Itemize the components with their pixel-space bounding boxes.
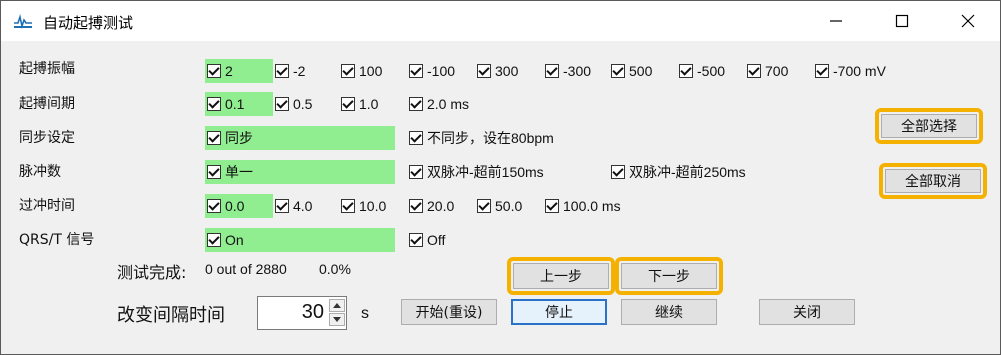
next-button[interactable]: 下一步 [621, 263, 717, 289]
checkbox-checked-icon [679, 64, 693, 78]
amplitude-option[interactable]: -2 [273, 59, 305, 83]
qrs-option[interactable]: On [205, 228, 395, 252]
minimize-button[interactable] [813, 1, 859, 41]
checkbox-checked-icon [477, 199, 491, 213]
progress-count: 0 out of 2880 [205, 261, 287, 277]
amplitude-option[interactable]: -100 [407, 59, 455, 83]
overshoot-option[interactable]: 50.0 [475, 194, 522, 218]
amplitude-option[interactable]: 300 [475, 59, 518, 83]
deselect-all-button[interactable]: 全部取消 [885, 169, 981, 193]
interval-unit: s [361, 305, 369, 322]
close-button[interactable]: 关闭 [759, 299, 855, 325]
close-window-button[interactable] [945, 1, 991, 41]
continue-button[interactable]: 继续 [621, 299, 717, 325]
interval-option[interactable]: 0.5 [273, 92, 312, 116]
minimize-icon [830, 20, 842, 22]
checkbox-checked-icon [341, 199, 355, 213]
prev-button[interactable]: 上一步 [513, 263, 609, 289]
row-label-pacing-interval: 起搏间期 [19, 96, 75, 112]
amplitude-option[interactable]: -700 mV [813, 59, 886, 83]
amplitude-option[interactable]: -300 [543, 59, 591, 83]
amplitude-option[interactable]: 500 [609, 59, 652, 83]
status-label: 测试完成: [117, 263, 187, 282]
checkbox-checked-icon [275, 64, 289, 78]
interval-label: 改变间隔时间 [117, 305, 225, 326]
spin-buttons [329, 299, 345, 327]
interval-value: 30 [301, 301, 324, 323]
row-label-qrs-signal: QRS/T 信号 [19, 232, 95, 248]
interval-stepper[interactable]: 30 [257, 296, 347, 330]
overshoot-option[interactable]: 20.0 [407, 194, 454, 218]
checkbox-checked-icon [409, 233, 423, 247]
checkbox-checked-icon [341, 97, 355, 111]
checkbox-checked-icon [207, 97, 221, 111]
interval-option[interactable]: 1.0 [339, 92, 378, 116]
progress-percent: 0.0% [319, 261, 351, 277]
window-title: 自动起搏测试 [43, 14, 134, 32]
overshoot-option[interactable]: 4.0 [273, 194, 312, 218]
sync-option[interactable]: 不同步，设在80bpm [407, 126, 554, 150]
close-icon [961, 14, 975, 28]
checkbox-checked-icon [207, 199, 221, 213]
amplitude-option[interactable]: -500 [677, 59, 725, 83]
checkbox-checked-icon [747, 64, 761, 78]
interval-option[interactable]: 2.0 ms [407, 92, 469, 116]
checkbox-checked-icon [409, 199, 423, 213]
pulse-option[interactable]: 双脉冲-超前150ms [407, 160, 544, 184]
pulse-option[interactable]: 双脉冲-超前250ms [609, 160, 746, 184]
checkbox-checked-icon [611, 165, 625, 179]
checkbox-checked-icon [409, 97, 423, 111]
maximize-button[interactable] [879, 1, 925, 41]
checkbox-checked-icon [207, 233, 221, 247]
spin-down-icon[interactable] [329, 313, 345, 326]
interval-option[interactable]: 0.1 [205, 92, 273, 116]
row-label-pulse-count: 脉冲数 [19, 164, 61, 180]
checkbox-checked-icon [275, 199, 289, 213]
row-label-pacing-amplitude: 起搏振幅 [19, 61, 75, 77]
overshoot-option[interactable]: 100.0 ms [543, 194, 621, 218]
checkbox-checked-icon [409, 64, 423, 78]
amplitude-option[interactable]: 700 [745, 59, 788, 83]
overshoot-option[interactable]: 0.0 [205, 194, 273, 218]
checkbox-checked-icon [207, 64, 221, 78]
pulse-option[interactable]: 单一 [205, 160, 395, 184]
title-bar: 自动起搏测试 [1, 1, 1000, 41]
app-logo-icon [13, 13, 33, 29]
checkbox-checked-icon [341, 64, 355, 78]
spin-up-icon[interactable] [329, 299, 345, 312]
checkbox-checked-icon [207, 131, 221, 145]
row-label-sync-setting: 同步设定 [19, 130, 75, 146]
checkbox-checked-icon [409, 165, 423, 179]
qrs-option[interactable]: Off [407, 228, 445, 252]
maximize-icon [895, 14, 909, 28]
row-label-overshoot-time: 过冲时间 [19, 198, 75, 214]
overshoot-option[interactable]: 10.0 [339, 194, 386, 218]
app-window: 自动起搏测试 起搏振幅 起搏间期 同步设定 脉冲数 过冲时间 QRS/T 信号 … [0, 0, 1001, 355]
checkbox-checked-icon [275, 97, 289, 111]
amplitude-option[interactable]: 100 [339, 59, 382, 83]
select-all-button[interactable]: 全部选择 [881, 114, 977, 138]
checkbox-checked-icon [545, 64, 559, 78]
checkbox-checked-icon [207, 165, 221, 179]
start-reset-button[interactable]: 开始(重设) [401, 299, 497, 325]
amplitude-option[interactable]: 2 [205, 59, 273, 83]
sync-option[interactable]: 同步 [205, 126, 395, 150]
stop-button[interactable]: 停止 [511, 299, 607, 325]
checkbox-checked-icon [409, 131, 423, 145]
checkbox-checked-icon [545, 199, 559, 213]
checkbox-checked-icon [477, 64, 491, 78]
checkbox-checked-icon [815, 64, 829, 78]
checkbox-checked-icon [611, 64, 625, 78]
